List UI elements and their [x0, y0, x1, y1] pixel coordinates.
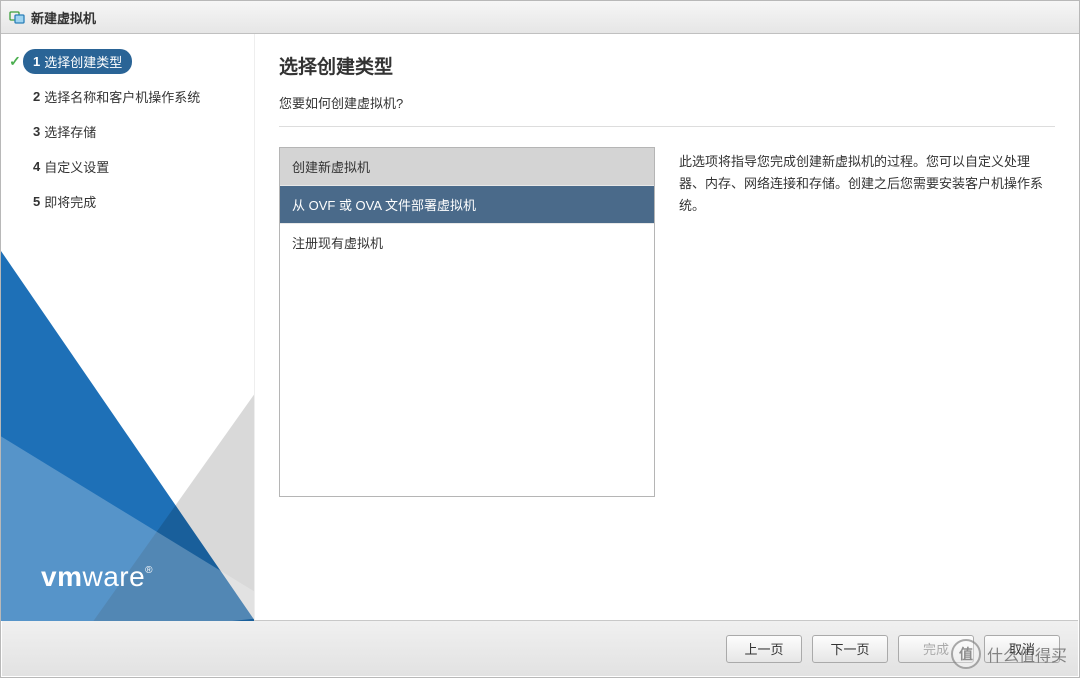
step-num: 5 — [33, 194, 40, 209]
step-5[interactable]: 5 即将完成 — [1, 184, 254, 219]
step-num: 3 — [33, 124, 40, 139]
page-subtitle: 您要如何创建虚拟机? — [279, 93, 1055, 112]
step-label: 选择名称和客户机操作系统 — [44, 87, 200, 106]
option-description: 此选项将指导您完成创建新虚拟机的过程。您可以自定义处理器、内存、网络连接和存储。… — [679, 147, 1055, 497]
step-label: 选择创建类型 — [44, 52, 122, 71]
watermark-icon: 值 — [951, 639, 981, 669]
titlebar-title: 新建虚拟机 — [31, 8, 96, 27]
vm-icon — [9, 9, 25, 25]
step-label: 选择存储 — [44, 122, 96, 141]
option-create-new-vm[interactable]: 创建新虚拟机 — [280, 148, 654, 186]
watermark: 值 什么值得买 — [951, 639, 1067, 669]
step-num: 4 — [33, 159, 40, 174]
watermark-text: 什么值得买 — [987, 642, 1067, 666]
step-num: 2 — [33, 89, 40, 104]
step-3[interactable]: 3 选择存储 — [1, 114, 254, 149]
wizard-footer: 上一页 下一页 完成 取消 — [2, 620, 1078, 676]
creation-type-list: 创建新虚拟机 从 OVF 或 OVA 文件部署虚拟机 注册现有虚拟机 — [279, 147, 655, 497]
wizard-sidebar: ✓ 1 选择创建类型 2 选择名称和客户机操作系统 3 选择存储 — [1, 34, 255, 621]
option-register-existing-vm[interactable]: 注册现有虚拟机 — [280, 224, 654, 261]
step-num: 1 — [33, 54, 40, 69]
step-4[interactable]: 4 自定义设置 — [1, 149, 254, 184]
step-2[interactable]: 2 选择名称和客户机操作系统 — [1, 79, 254, 114]
sidebar-decoration — [1, 201, 255, 621]
divider — [279, 126, 1055, 127]
step-1[interactable]: ✓ 1 选择创建类型 — [1, 44, 254, 79]
step-label: 自定义设置 — [44, 157, 109, 176]
vmware-logo: vmware® — [41, 561, 153, 593]
titlebar: 新建虚拟机 — [1, 1, 1079, 34]
next-button[interactable]: 下一页 — [812, 635, 888, 663]
step-label: 即将完成 — [44, 192, 96, 211]
page-title: 选择创建类型 — [279, 52, 1055, 79]
back-button[interactable]: 上一页 — [726, 635, 802, 663]
check-icon: ✓ — [7, 53, 23, 70]
option-deploy-ovf-ova[interactable]: 从 OVF 或 OVA 文件部署虚拟机 — [280, 186, 654, 224]
main-panel: 选择创建类型 您要如何创建虚拟机? 创建新虚拟机 从 OVF 或 OVA 文件部… — [255, 34, 1079, 621]
